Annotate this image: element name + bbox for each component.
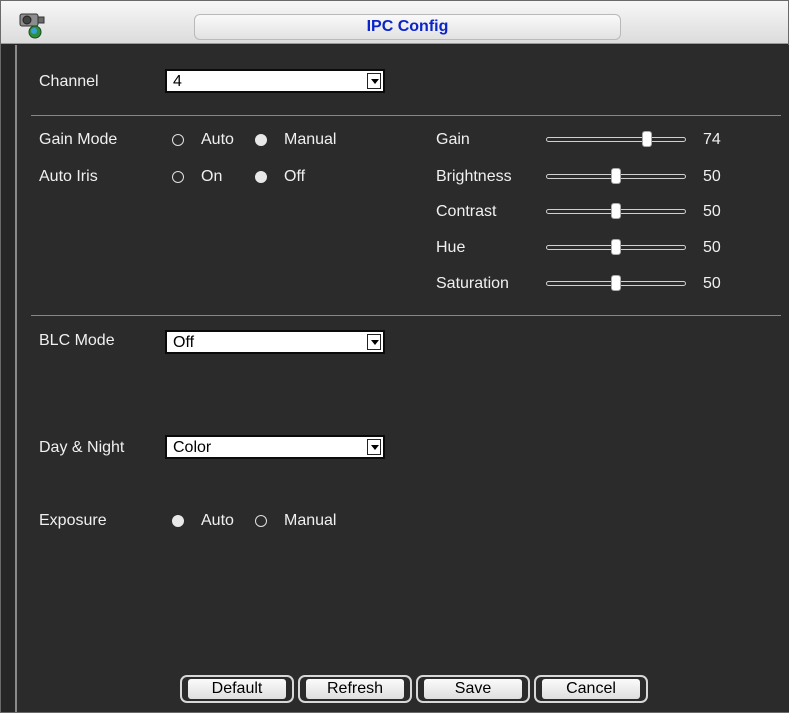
hue-label: Hue [436, 239, 466, 256]
channel-value: 4 [173, 73, 182, 90]
brightness-value: 50 [703, 168, 721, 185]
day-night-value: Color [173, 439, 212, 456]
slider-thumb[interactable] [611, 239, 621, 255]
cancel-button-label: Cancel [542, 679, 640, 699]
day-night-select[interactable]: Color [165, 435, 385, 459]
gain-mode-label: Gain Mode [39, 131, 118, 148]
auto-iris-on-label: On [201, 168, 223, 185]
contrast-value: 50 [703, 203, 721, 220]
exposure-manual-radio[interactable] [255, 515, 267, 527]
brightness-slider[interactable] [546, 168, 686, 184]
saturation-slider[interactable] [546, 275, 686, 291]
day-night-label: Day & Night [39, 439, 125, 456]
gain-value: 74 [703, 131, 721, 148]
chevron-down-icon[interactable] [367, 334, 381, 350]
cancel-button[interactable]: Cancel [534, 675, 648, 703]
exposure-label: Exposure [39, 512, 107, 529]
saturation-label: Saturation [436, 275, 509, 292]
separator [31, 315, 781, 316]
slider-track [546, 137, 686, 142]
blc-mode-select[interactable]: Off [165, 330, 385, 354]
auto-iris-off-radio[interactable] [255, 171, 267, 183]
save-button[interactable]: Save [416, 675, 530, 703]
channel-select[interactable]: 4 [165, 69, 385, 93]
auto-iris-label: Auto Iris [39, 168, 98, 185]
title-bar: IPC Config [1, 1, 788, 44]
auto-iris-off-label: Off [284, 168, 306, 185]
ipc-config-window: IPC Config Channel 4 Gain Mode Auto Manu… [0, 0, 789, 713]
gain-label: Gain [436, 131, 470, 148]
slider-thumb[interactable] [611, 275, 621, 291]
auto-iris-on-radio[interactable] [172, 171, 184, 183]
slider-thumb[interactable] [611, 168, 621, 184]
gain-mode-auto-radio[interactable] [172, 134, 184, 146]
brightness-label: Brightness [436, 168, 512, 185]
gain-slider[interactable] [546, 131, 686, 147]
gain-mode-auto-label: Auto [201, 131, 234, 148]
gain-mode-manual-label: Manual [284, 131, 337, 148]
save-button-label: Save [424, 679, 522, 699]
default-button[interactable]: Default [180, 675, 294, 703]
channel-label: Channel [39, 73, 99, 90]
title-pill: IPC Config [194, 14, 621, 40]
exposure-auto-label: Auto [201, 512, 234, 529]
exposure-manual-label: Manual [284, 512, 337, 529]
exposure-auto-radio[interactable] [172, 515, 184, 527]
refresh-button[interactable]: Refresh [298, 675, 412, 703]
window-title: IPC Config [366, 18, 449, 35]
default-button-label: Default [188, 679, 286, 699]
chevron-down-icon[interactable] [367, 73, 381, 89]
hue-value: 50 [703, 239, 721, 256]
refresh-button-label: Refresh [306, 679, 404, 699]
chevron-down-icon[interactable] [367, 439, 381, 455]
hue-slider[interactable] [546, 239, 686, 255]
contrast-slider[interactable] [546, 203, 686, 219]
camera-icon [19, 13, 45, 39]
contrast-label: Contrast [436, 203, 497, 220]
blc-mode-label: BLC Mode [39, 332, 115, 349]
separator [31, 115, 781, 116]
slider-thumb[interactable] [642, 131, 652, 147]
saturation-value: 50 [703, 275, 721, 292]
blc-mode-value: Off [173, 334, 195, 351]
slider-thumb[interactable] [611, 203, 621, 219]
gain-mode-manual-radio[interactable] [255, 134, 267, 146]
